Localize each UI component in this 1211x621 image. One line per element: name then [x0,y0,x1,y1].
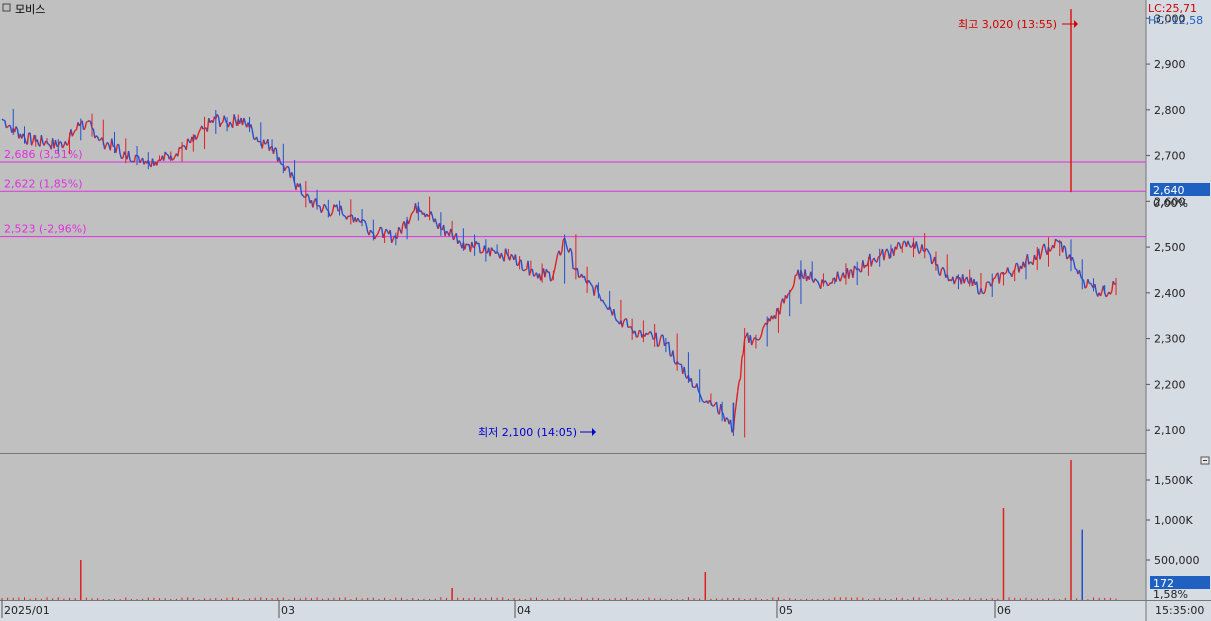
price-segment [121,157,124,160]
y-tick-label: 2,900 [1154,58,1186,71]
price-segment [171,158,174,161]
time-label: 15:35:00 [1155,604,1204,617]
current-volume-pct: 1,58% [1153,588,1188,601]
price-segment [280,162,283,166]
price-segment [264,142,267,145]
right-axis-panel [1146,0,1211,600]
x-tick-label: 04 [517,604,531,617]
current-pct-label: 0,00% [1153,197,1188,210]
volume-tick-label: 1,000K [1154,514,1193,527]
price-segment [815,279,819,283]
x-tick-label: 2025/01 [4,604,50,617]
price-segment [702,400,705,403]
volume-tick-label: 1,500K [1154,474,1193,487]
price-segment [221,121,224,124]
price-segment [1084,286,1087,289]
price-segment [533,274,536,277]
price-segment [1004,272,1007,275]
y-tick-label: 2,500 [1154,241,1186,254]
price-segment [343,215,346,217]
y-tick-label: 2,700 [1154,150,1186,163]
price-segment [657,345,660,348]
price-segment [136,154,139,157]
price-segment [925,248,928,251]
price-segment [1066,257,1069,260]
y-tick-label: 2,800 [1154,104,1186,117]
bottom-axis-panel [0,600,1211,621]
price-segment [88,120,92,123]
x-tick-label: 06 [997,604,1011,617]
price-segment [1003,272,1006,276]
chart-window: 모비스 LC:25,71 HC:-12,58 2,100 2,200 2,300 2,… [0,0,1211,621]
level-label: 2,523 (-2,96%) [4,223,86,236]
price-segment [824,280,827,283]
price-segment [91,127,94,130]
background [0,0,1211,621]
price-segment [95,135,99,138]
price-segment [1029,261,1032,264]
level-label: 2,622 (1,85%) [4,177,83,190]
price-segment [755,338,758,341]
price-segment [361,218,364,221]
price-segment [83,127,86,131]
price-segment [48,143,51,146]
volume-tick-label: 500,000 [1154,554,1200,567]
chart-title: 모비스 [15,3,45,16]
y-tick-label: 3,000 [1154,12,1186,25]
price-segment [827,284,830,287]
price-segment [274,147,277,150]
price-segment [678,362,681,366]
price-segment [301,194,304,196]
y-tick-label: 2,200 [1154,378,1186,391]
price-segment [1081,278,1085,282]
y-tick-label: 2,300 [1154,333,1186,346]
high-annotation: 최고 3,020 (13:55) [958,18,1057,31]
price-segment [5,126,8,129]
price-segment [1056,240,1059,242]
price-segment [1008,272,1011,275]
price-segment [379,226,383,229]
x-tick-label: 05 [779,604,793,617]
price-segment [74,128,77,132]
chart-svg: 모비스 LC:25,71 HC:-12,58 2,1002,2002,3002,… [0,0,1211,621]
price-segment [329,214,332,217]
y-tick-label: 2,400 [1154,287,1186,300]
x-tick-label: 03 [281,604,295,617]
level-label: 2,686 (3,51%) [4,148,83,161]
price-segment [481,251,484,254]
price-segment [183,144,186,147]
price-segment [523,269,526,272]
price-segment [910,246,913,249]
y-tick-label: 2,100 [1154,424,1186,437]
price-segment [363,219,366,222]
current-price-label: 2,640 [1153,184,1185,197]
price-segment [1,118,4,121]
price-segment [86,120,89,123]
low-annotation: 최저 2,100 (14:05) [478,426,577,439]
price-segment [66,143,69,146]
price-segment [98,139,101,142]
